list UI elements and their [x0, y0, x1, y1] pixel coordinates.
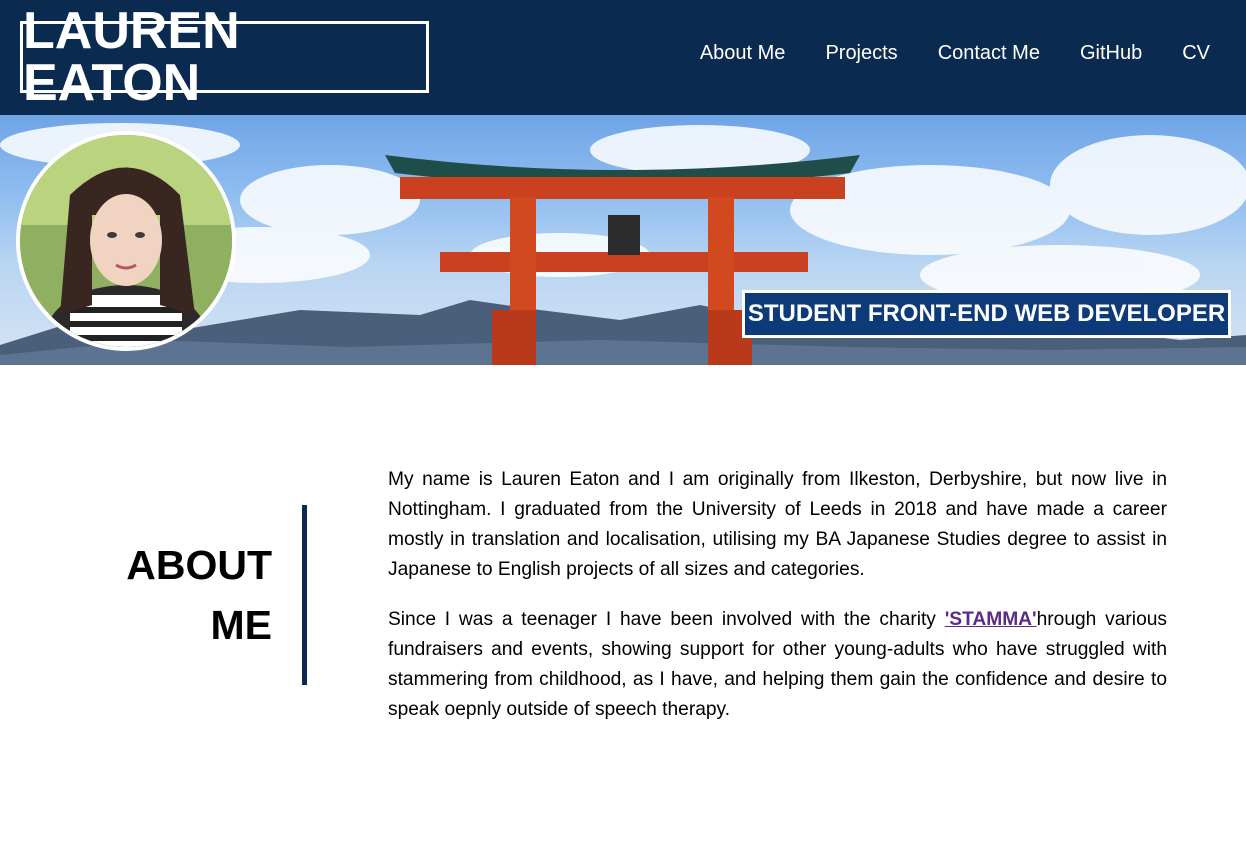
- about-paragraph-1: My name is Lauren Eaton and I am origina…: [388, 469, 1167, 580]
- profile-avatar: [16, 131, 236, 351]
- about-paragraph-2-start: Since I was a teenager I have been invol…: [388, 609, 945, 630]
- logo-text: LAUREN EATON: [23, 2, 240, 112]
- nav-about-me[interactable]: About Me: [700, 38, 786, 68]
- about-body: My name is Lauren Eaton and I am origina…: [388, 465, 1167, 745]
- about-paragraph-2: Since I was a teenager I have been invol…: [388, 605, 1167, 725]
- about-heading-line2: ME: [210, 602, 273, 648]
- nav-contact-me[interactable]: Contact Me: [938, 38, 1040, 68]
- about-heading: ABOUT ME: [100, 535, 272, 655]
- profile-photo-icon: [20, 135, 232, 347]
- about-heading-line1: ABOUT: [126, 542, 272, 588]
- nav-projects[interactable]: Projects: [825, 38, 897, 68]
- about-divider: [302, 505, 307, 685]
- site-header: LAUREN EATON About Me Projects Contact M…: [0, 0, 1246, 115]
- stamma-link[interactable]: 'STAMMA': [945, 609, 1037, 630]
- site-logo[interactable]: LAUREN EATON: [20, 5, 429, 109]
- nav-github[interactable]: GitHub: [1080, 38, 1142, 68]
- main-nav: About Me Projects Contact Me GitHub CV: [700, 38, 1210, 68]
- tagline-badge: STUDENT FRONT-END WEB DEVELOPER: [742, 290, 1231, 338]
- nav-cv[interactable]: CV: [1182, 38, 1210, 68]
- tagline-text: STUDENT FRONT-END WEB DEVELOPER: [747, 300, 1226, 327]
